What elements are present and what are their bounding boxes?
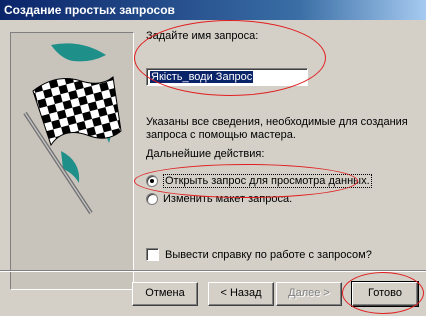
radio-open-query-label: Открыть запрос для просмотра данных.	[163, 174, 372, 188]
wizard-image-panel	[10, 32, 134, 290]
title-bar: Создание простых запросов	[0, 0, 426, 20]
help-checkbox-row[interactable]: Вывести справку по работе с запросом?	[146, 248, 372, 261]
cancel-button[interactable]: Отмена	[132, 282, 198, 306]
query-name-input[interactable]: Якість_води Запрос	[146, 68, 308, 86]
radio-open-query[interactable]: Открыть запрос для просмотра данных.	[146, 174, 372, 188]
back-button[interactable]: < Назад	[208, 282, 274, 306]
radio-button[interactable]	[146, 193, 158, 205]
info-text-line-2: запроса с помощью мастера.	[146, 129, 296, 141]
radio-button-selected[interactable]	[146, 175, 158, 187]
info-text-line-1: Указаны все сведения, необходимые для со…	[146, 116, 408, 128]
next-button[interactable]: Далее >	[276, 282, 342, 306]
button-separator	[0, 270, 426, 272]
radio-modify-query[interactable]: Изменить макет запроса.	[146, 193, 292, 205]
query-name-label: Задайте имя запроса:	[146, 30, 259, 42]
help-checkbox-label: Вывести справку по работе с запросом?	[165, 248, 372, 261]
radio-modify-query-label: Изменить макет запроса.	[163, 193, 293, 205]
wizard-body: Задайте имя запроса: Якість_води Запрос …	[0, 20, 426, 316]
query-name-value: Якість_води Запрос	[150, 71, 254, 83]
help-checkbox[interactable]	[146, 248, 159, 261]
next-actions-label: Дальнейшие действия:	[146, 148, 265, 160]
finish-button[interactable]: Готово	[351, 281, 419, 307]
window-title: Создание простых запросов	[4, 3, 175, 17]
checkered-flag-icon	[23, 43, 122, 215]
